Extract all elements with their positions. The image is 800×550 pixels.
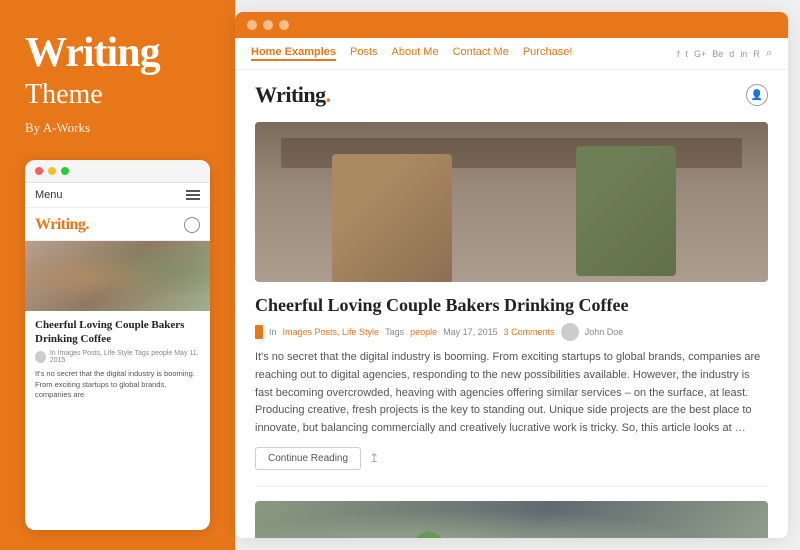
mobile-menu-label[interactable]: Menu: [35, 189, 63, 201]
mobile-site-logo: Writing.: [35, 216, 89, 234]
article-card-2: [255, 486, 768, 538]
nav-link-home[interactable]: Home Examples: [251, 46, 336, 61]
social-linkedin-icon[interactable]: in: [740, 49, 747, 59]
article-hero-image: [255, 122, 768, 282]
theme-byline: By A-Works: [25, 120, 210, 136]
mobile-dot-red: [35, 167, 43, 175]
article-card-1: Cheerful Loving Couple Bakers Drinking C…: [255, 122, 768, 470]
browser-dot-3: [279, 20, 289, 30]
hamburger-icon[interactable]: [186, 190, 200, 200]
mobile-user-icon[interactable]: [184, 217, 200, 233]
site-content: Writing. Cheerful Loving Couple Bakers D…: [235, 70, 788, 538]
social-twitter-icon[interactable]: t: [686, 49, 689, 59]
site-navigation: Home Examples Posts About Me Contact Me …: [235, 38, 788, 70]
mobile-post-excerpt: It's no secret that the digital industry…: [25, 369, 210, 409]
mobile-post-title: Cheerful Loving Couple Bakers Drinking C…: [25, 311, 210, 351]
mobile-hero-image: [25, 241, 210, 311]
share-icon[interactable]: ↥: [369, 451, 379, 466]
theme-title: Writing: [25, 30, 210, 76]
read-more-button[interactable]: Continue Reading: [255, 447, 361, 470]
browser-window: Home Examples Posts About Me Contact Me …: [235, 12, 788, 538]
meta-tags-label: Tags: [385, 327, 404, 337]
browser-chrome: [235, 12, 788, 38]
read-more-row: Continue Reading ↥: [255, 447, 768, 470]
article-title: Cheerful Loving Couple Bakers Drinking C…: [255, 294, 768, 317]
meta-date: May 17, 2015: [443, 327, 498, 337]
mobile-logo-bar: Writing.: [25, 208, 210, 241]
mobile-dots-bar: [25, 160, 210, 183]
nav-link-contact[interactable]: Contact Me: [453, 46, 509, 61]
meta-categories[interactable]: Images Posts, Life Style: [283, 327, 380, 337]
meta-comments[interactable]: 3 Comments: [504, 327, 555, 337]
nav-link-posts[interactable]: Posts: [350, 46, 378, 61]
nav-link-purchase[interactable]: Purchase!: [523, 46, 573, 61]
nav-link-about[interactable]: About Me: [392, 46, 439, 61]
article-meta: In Images Posts, Life Style Tags people …: [255, 323, 768, 341]
left-panel: Writing Theme By A-Works Menu Writing. C…: [0, 0, 235, 550]
article-excerpt: It's no secret that the digital industry…: [255, 349, 768, 437]
mobile-preview: Menu Writing. Cheerful Loving Couple Bak…: [25, 160, 210, 530]
meta-tags[interactable]: people: [410, 327, 437, 337]
social-dribbble-icon[interactable]: d: [729, 49, 734, 59]
site-logo: Writing.: [255, 82, 331, 108]
browser-dot-2: [263, 20, 273, 30]
site-nav-links: Home Examples Posts About Me Contact Me …: [251, 46, 572, 61]
desktop-user-icon[interactable]: [746, 84, 768, 106]
mobile-dot-yellow: [48, 167, 56, 175]
social-rss-icon[interactable]: R: [753, 49, 760, 59]
social-behance-icon[interactable]: Be: [712, 49, 723, 59]
theme-subtitle: Theme: [25, 78, 210, 112]
browser-dot-1: [247, 20, 257, 30]
site-logo-bar: Writing.: [255, 82, 768, 108]
author-avatar: [561, 323, 579, 341]
author-name: John Doe: [585, 327, 624, 337]
article-2-hero-image: [255, 501, 768, 538]
social-icons-bar: f t G+ Be d in R ⌕: [677, 47, 772, 60]
mobile-avatar: [35, 351, 46, 363]
meta-bar-decoration: [255, 325, 263, 339]
mobile-dot-green: [61, 167, 69, 175]
social-google-icon[interactable]: G+: [694, 49, 706, 59]
mobile-nav-bar: Menu: [25, 183, 210, 208]
social-facebook-icon[interactable]: f: [677, 49, 680, 59]
mobile-post-meta: In Images Posts, Life Style Tags people …: [25, 350, 210, 369]
mobile-post-meta-text: In Images Posts, Life Style Tags people …: [50, 350, 200, 364]
search-icon[interactable]: ⌕: [766, 47, 772, 60]
meta-in-label: In: [269, 327, 277, 337]
